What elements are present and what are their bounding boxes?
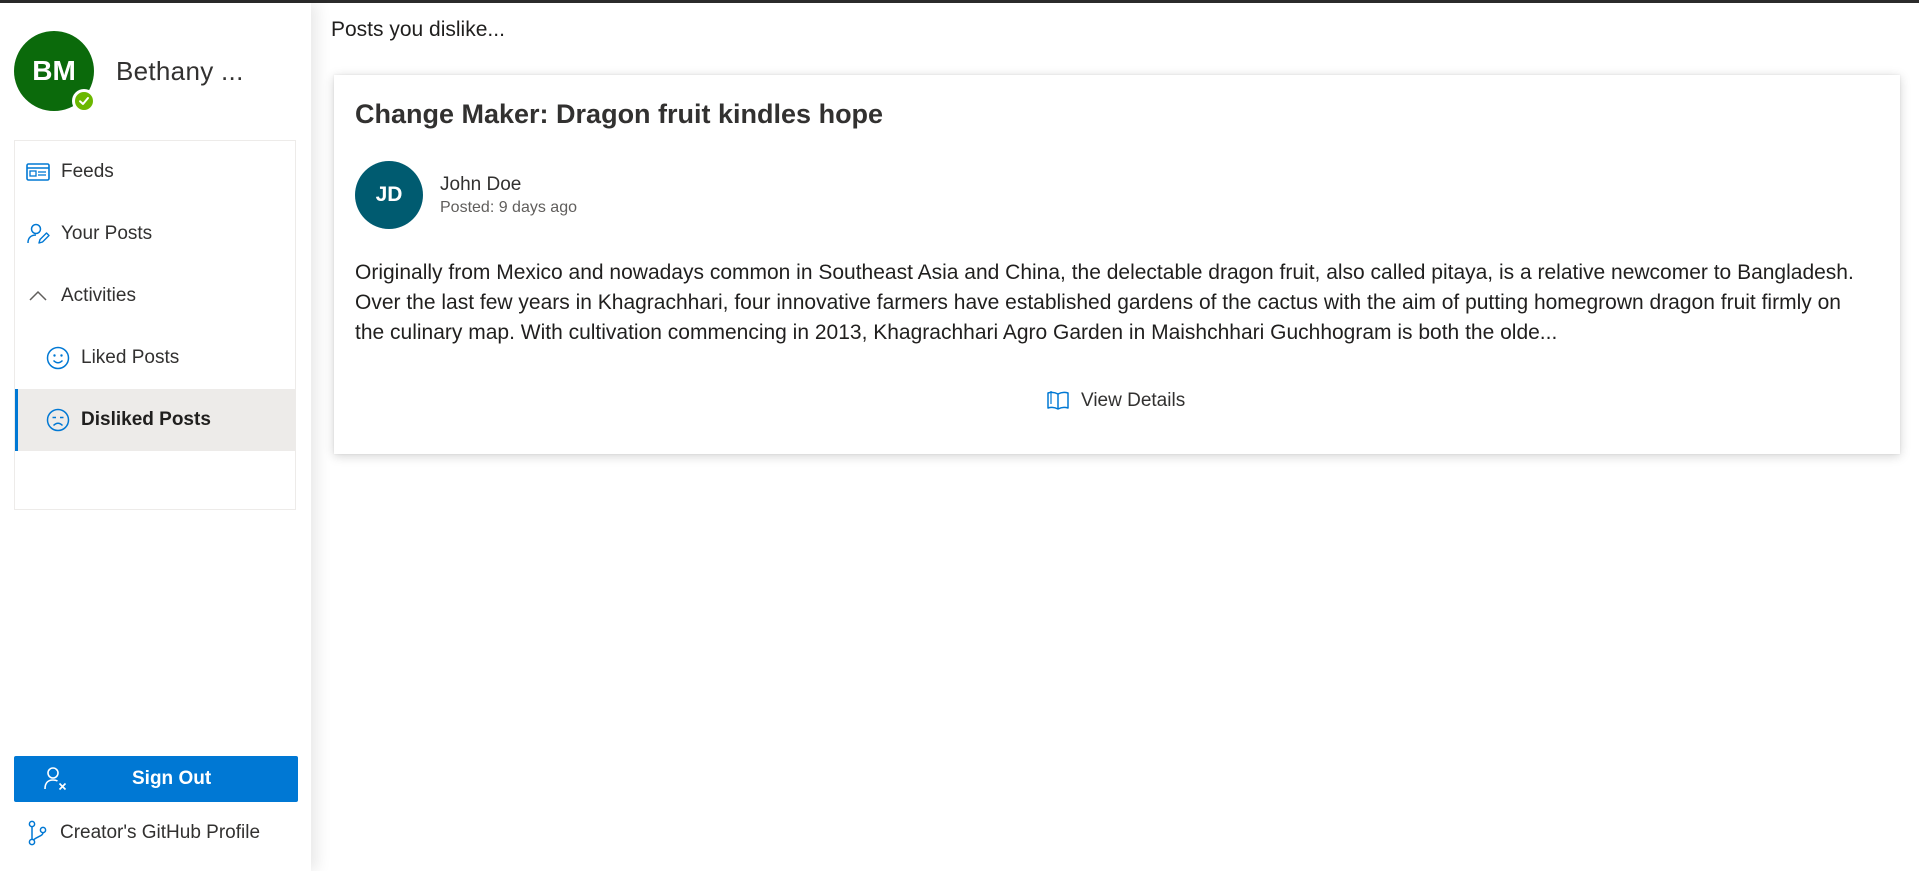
person-remove-icon	[42, 765, 70, 793]
post-body: Originally from Mexico and nowadays comm…	[355, 261, 1854, 344]
sign-out-button[interactable]: Sign Out	[14, 756, 298, 802]
nav-item-disliked-posts[interactable]: Disliked Posts	[15, 389, 295, 451]
sign-out-label: Sign Out	[132, 768, 212, 789]
post-card: Change Maker: Dragon fruit kindles hope …	[334, 75, 1900, 454]
author-initials: JD	[375, 183, 403, 206]
book-icon	[1045, 388, 1071, 414]
branch-icon	[24, 820, 50, 846]
github-profile-label: Creator's GitHub Profile	[60, 822, 261, 843]
smiley-icon	[45, 345, 71, 371]
author-name: John Doe	[440, 173, 522, 195]
side-nav: Feeds Your Posts Activities Liked Posts …	[14, 140, 296, 510]
chevron-up-icon	[25, 283, 51, 309]
view-details-button[interactable]: View Details	[1045, 388, 1185, 414]
news-icon	[25, 159, 51, 185]
profile-header[interactable]: BM Bethany ...	[14, 31, 244, 113]
nav-label-liked-posts: Liked Posts	[81, 347, 180, 368]
check-icon	[79, 97, 89, 105]
nav-item-liked-posts[interactable]: Liked Posts	[15, 327, 295, 389]
nav-label-disliked-posts: Disliked Posts	[81, 409, 211, 430]
github-profile-link[interactable]: Creator's GitHub Profile	[14, 813, 260, 853]
view-details-label: View Details	[1081, 390, 1186, 411]
nav-item-your-posts[interactable]: Your Posts	[15, 203, 295, 265]
author-avatar: JD	[355, 161, 423, 229]
presence-badge	[72, 89, 96, 113]
post-title: Change Maker: Dragon fruit kindles hope	[355, 99, 884, 129]
post-author: JD John Doe Posted: 9 days ago	[355, 161, 577, 229]
sad-face-icon	[45, 407, 71, 433]
person-edit-icon	[25, 221, 51, 247]
sidebar: BM Bethany ... Feeds Your Posts Activiti…	[0, 3, 311, 871]
avatar-initials: BM	[32, 55, 76, 86]
nav-item-activities[interactable]: Activities	[15, 265, 295, 327]
nav-label-activities: Activities	[61, 285, 136, 306]
profile-name: Bethany ...	[116, 55, 244, 86]
avatar[interactable]: BM	[14, 31, 96, 113]
page-title: Posts you dislike...	[331, 18, 505, 41]
nav-label-your-posts: Your Posts	[61, 223, 153, 244]
post-date: Posted: 9 days ago	[440, 198, 577, 216]
nav-item-feeds[interactable]: Feeds	[15, 141, 295, 203]
nav-label-feeds: Feeds	[61, 161, 114, 182]
